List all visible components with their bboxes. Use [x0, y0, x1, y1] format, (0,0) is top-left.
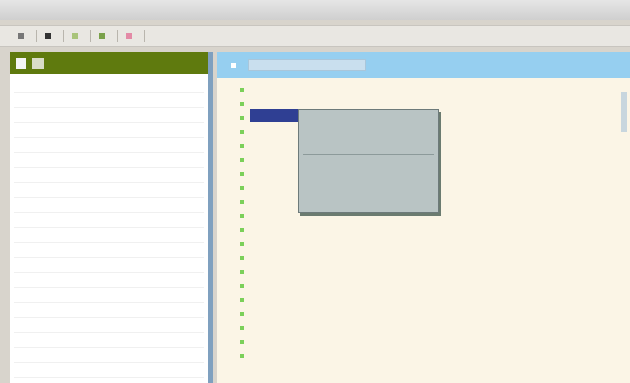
list-item[interactable] [225, 335, 630, 349]
list-item[interactable] [14, 273, 204, 288]
status-dot-icon [240, 144, 244, 148]
search-input[interactable] [248, 59, 366, 71]
toolbar-group [10, 30, 37, 42]
status-dot-icon [240, 256, 244, 260]
status-dot-icon [240, 228, 244, 232]
status-dot-icon [240, 326, 244, 330]
left-header-button-b[interactable] [32, 57, 44, 69]
list-item[interactable] [14, 198, 204, 213]
status-dot-icon [240, 298, 244, 302]
status-dot-icon [240, 200, 244, 204]
toolbar-icon [18, 33, 24, 39]
selected-row-text [250, 112, 256, 119]
context-menu [298, 109, 439, 213]
list-item[interactable] [14, 213, 204, 228]
right-pane-header [217, 52, 630, 78]
list-item[interactable] [225, 83, 630, 97]
list-item[interactable] [14, 288, 204, 303]
toolbar-icon [72, 33, 78, 39]
toolbar-group [118, 30, 145, 42]
list-item[interactable] [225, 237, 630, 251]
context-menu-item[interactable] [299, 124, 438, 138]
menu-divider [303, 154, 434, 155]
list-item[interactable] [14, 138, 204, 153]
toolbar-icon [99, 33, 105, 39]
list-item[interactable] [225, 307, 630, 321]
list-item[interactable] [14, 228, 204, 243]
context-menu-item[interactable] [299, 138, 438, 152]
toolbar-group [37, 30, 64, 42]
list-item[interactable] [14, 258, 204, 273]
list-item[interactable] [225, 321, 630, 335]
toolbar-icon [45, 33, 51, 39]
status-dot-icon [240, 130, 244, 134]
context-menu-item[interactable] [299, 157, 438, 171]
status-dot-icon [240, 284, 244, 288]
list-item[interactable] [225, 279, 630, 293]
list-item[interactable] [14, 108, 204, 123]
status-dot-icon [240, 102, 244, 106]
list-item[interactable] [225, 293, 630, 307]
list-item[interactable] [225, 223, 630, 237]
vertical-scrollbar[interactable] [621, 92, 627, 132]
context-menu-item[interactable] [299, 199, 438, 213]
status-dot-icon [240, 312, 244, 316]
status-dot-icon [240, 242, 244, 246]
list-item[interactable] [225, 251, 630, 265]
list-item[interactable] [225, 265, 630, 279]
left-pane-header [10, 52, 208, 74]
list-item[interactable] [225, 349, 630, 363]
context-menu-item[interactable] [299, 171, 438, 185]
context-menu-item[interactable] [299, 185, 438, 199]
title-bar [0, 0, 630, 20]
status-dot-icon [240, 214, 244, 218]
status-dot-icon [240, 270, 244, 274]
list-item[interactable] [14, 303, 204, 318]
list-item[interactable] [14, 363, 204, 378]
list-item[interactable] [14, 93, 204, 108]
left-list [10, 74, 208, 378]
toolbar-group [64, 30, 91, 42]
list-item[interactable] [14, 168, 204, 183]
right-pane [217, 52, 630, 383]
list-item[interactable] [14, 318, 204, 333]
status-dot-icon [240, 172, 244, 176]
status-dot-icon [240, 158, 244, 162]
toolbar-icon [126, 33, 132, 39]
status-dot-icon [240, 354, 244, 358]
list-item[interactable] [14, 243, 204, 258]
list-item[interactable] [14, 348, 204, 363]
list-item[interactable] [14, 153, 204, 168]
folder-icon [231, 62, 236, 68]
toolbar-group [91, 30, 118, 42]
list-item[interactable] [14, 123, 204, 138]
status-dot-icon [240, 340, 244, 344]
list-item[interactable] [14, 78, 204, 93]
status-dot-icon [240, 88, 244, 92]
list-item[interactable] [14, 333, 204, 348]
left-pane [10, 52, 213, 383]
toolbar [0, 25, 630, 47]
status-dot-icon [240, 186, 244, 190]
left-header-button-a[interactable] [16, 57, 26, 69]
status-dot-icon [240, 116, 244, 120]
list-item[interactable] [14, 183, 204, 198]
